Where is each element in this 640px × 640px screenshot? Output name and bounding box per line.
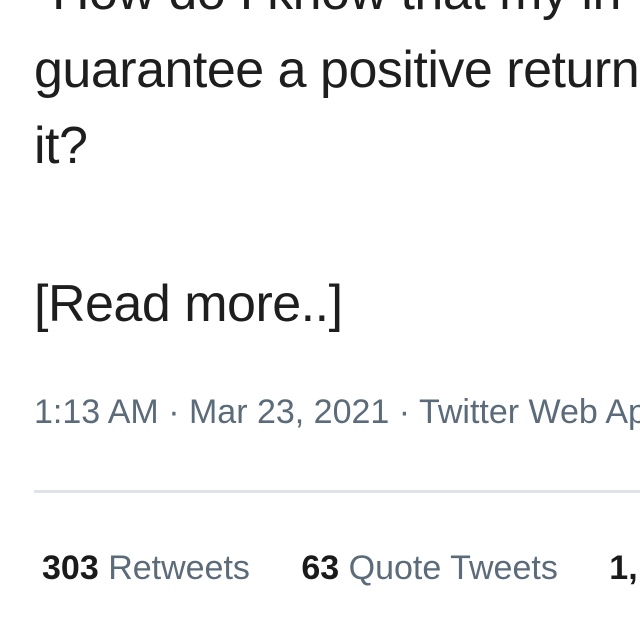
tweet-source-link[interactable]: Twitter Web Ap (419, 393, 640, 431)
tweet-stats: 303 Retweets 63 Quote Tweets 1, (42, 548, 640, 588)
likes-stat[interactable]: 1, (609, 548, 637, 588)
tweet-detail: "How do I know that my in guarantee a po… (0, 0, 640, 640)
quote-tweets-count: 63 (301, 549, 340, 587)
tweet-time-link[interactable]: 1:13 AM (34, 393, 159, 431)
quote-tweets-label: Quote Tweets (348, 549, 558, 587)
tweet-text-line: "How do I know that my in (34, 0, 621, 20)
quote-tweets-stat[interactable]: 63 Quote Tweets (301, 548, 557, 588)
divider (34, 490, 640, 493)
tweet-date-link[interactable]: Mar 23, 2021 (189, 393, 389, 431)
tweet-text-line: guarantee a positive return (34, 41, 640, 99)
meta-separator: · (158, 393, 189, 431)
read-more-link[interactable]: [Read more..] (34, 276, 343, 332)
retweets-stat[interactable]: 303 Retweets (42, 548, 250, 588)
tweet-text-line: it? (34, 117, 88, 175)
retweets-count: 303 (42, 549, 99, 587)
tweet-meta: 1:13 AM · Mar 23, 2021 · Twitter Web Ap (34, 392, 640, 432)
meta-separator: · (389, 393, 419, 431)
likes-count: 1, (609, 549, 638, 587)
retweets-label: Retweets (108, 549, 250, 587)
